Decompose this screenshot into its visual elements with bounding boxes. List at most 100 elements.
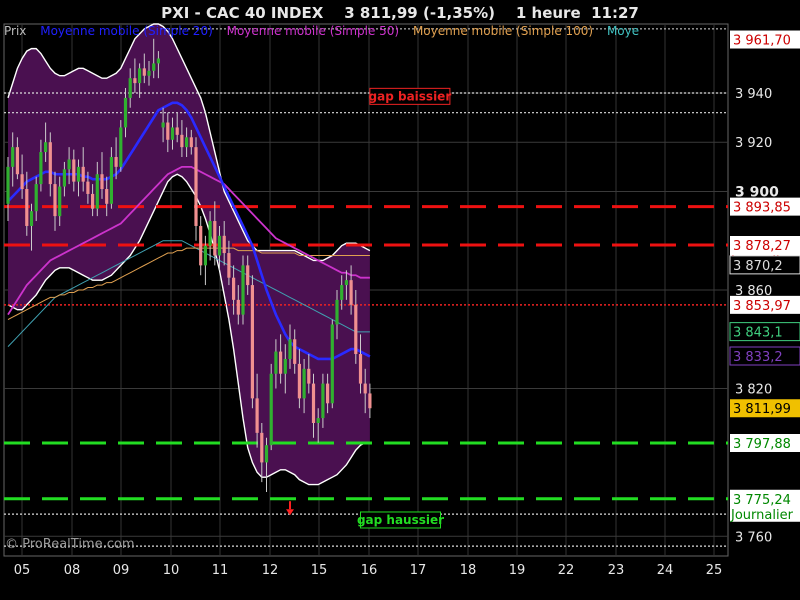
candle-body [311,383,316,423]
candle-body [72,159,76,182]
candle-body [95,174,99,209]
x-tick-label: 15 [311,563,328,578]
candle-body [246,265,250,286]
price-label-text: 3 833,2 [733,350,783,365]
legend-item-extra: Moye [606,24,640,38]
candle-body [199,225,203,266]
candle-body [185,137,189,148]
candle-body [109,157,113,204]
candle-body [15,147,19,175]
candle-body [335,299,339,325]
candle-body [344,280,348,286]
candle-body [340,285,344,300]
candle-body [142,68,146,76]
x-tick-label: 10 [163,563,180,578]
candle-body [62,169,66,187]
x-tick-label: 25 [706,563,723,578]
candle-body [175,127,179,135]
candle-body [25,189,29,226]
legend-item-ma100: Moyenne mobile (Simple 100) [412,24,594,38]
y-tick-label: 3 940 [735,87,772,102]
candle-body [156,58,160,64]
candle-body [232,277,236,300]
credit-text: © ProRealTime.com [5,537,135,552]
legend-item-price: Prix [4,24,27,38]
candle-body [105,189,109,204]
candle-body [138,68,142,84]
candle-body [283,358,287,374]
candle-body [147,70,151,76]
candle-body [307,368,311,384]
x-tick-label: 05 [14,563,31,578]
candle-body [11,147,15,167]
candle-body [297,363,301,399]
x-tick-label: 09 [113,563,130,578]
candle-body [123,97,128,128]
candle-body [133,78,137,84]
candle-body [39,152,43,185]
candle-body [368,393,372,409]
x-tick-label: 17 [410,563,427,578]
x-tick-label: 11 [212,563,229,578]
candle-body [203,245,207,266]
candle-body [34,184,38,212]
candle-body [293,339,297,364]
candle-body [53,184,57,217]
price-label-text: 3 853,97 [733,299,791,314]
price-label-text: 3 893,85 [733,201,791,216]
legend-item-ma20: Moyenne mobile (Simple 20) [40,24,213,38]
candle-body [241,265,245,315]
x-tick-label: 19 [509,563,526,578]
candle-body [279,351,283,374]
candle-body [260,432,264,463]
candle-body [217,235,222,256]
candle-body [194,147,198,226]
candle-body [236,299,240,315]
candle-body [354,304,358,355]
x-tick-label: 16 [361,563,378,578]
x-tick-label: 22 [558,563,575,578]
candle-body [250,285,254,399]
price-label-text: 3 870,2 [733,259,783,274]
chart-canvas: 05 08 09 10 11 12 15 16 17 18 19 22 23 24 25 3 940 3 920… [3,23,800,578]
candle-body [269,373,273,446]
candle-body [358,354,363,384]
y-tick-label: 3 820 [735,383,772,398]
chart-legend: Prix Moyenne mobile (Simple 20) Moyenne … [4,24,728,40]
candle-body [227,253,231,278]
price-label-text: 3 811,99 [733,402,791,417]
candle-body [264,445,269,463]
candle-body [255,398,259,433]
x-tick-label: 24 [657,563,674,578]
candle-body [29,211,34,226]
candle-body [119,127,123,167]
candle-body [213,221,217,256]
candle-body [44,142,48,153]
price-label-text: 3 797,88 [733,437,791,452]
candle-body [189,137,193,148]
candle-body [326,383,330,404]
x-tick-label: 12 [262,563,279,578]
candle-body [222,235,226,254]
x-tick-label: 08 [64,563,81,578]
x-tick-label: 23 [608,563,625,578]
candle-body [302,368,306,399]
candle-body [58,186,62,217]
candle-body [91,193,95,209]
candle-body [170,127,175,140]
candle-body [100,174,104,190]
candle-body [67,159,71,170]
candle-body [152,63,156,71]
candle-body [86,181,90,194]
candle-body [288,339,292,359]
candle-body [330,324,334,404]
candle-body [166,122,170,140]
y-tick-label: 3 760 [735,530,772,545]
candle-body [128,78,132,98]
candle-body [6,166,10,204]
candle-body [349,280,353,305]
price-label-text: 3 775,24 [733,493,791,508]
price-label-subtext: Journalier [730,508,794,523]
candle-body [114,157,118,167]
price-label-text: 3 843,1 [733,326,783,341]
